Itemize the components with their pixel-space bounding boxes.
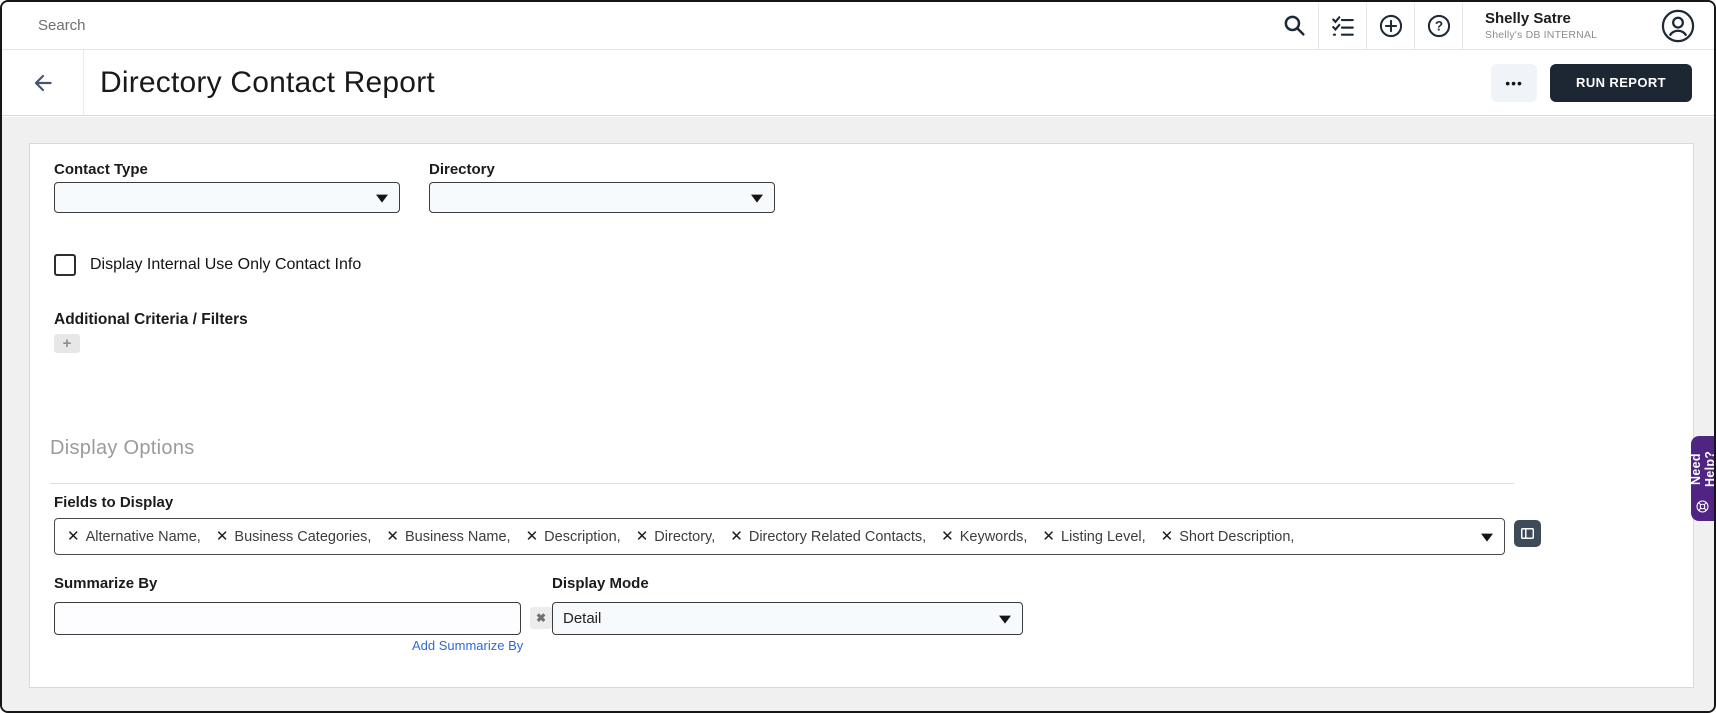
field-chip: ✕ Listing Level, [1042, 529, 1145, 545]
field-chip-label: Description, [544, 528, 621, 545]
main-area: Contact Type Directory Display Internal … [2, 117, 1714, 711]
report-criteria-card: Contact Type Directory Display Internal … [29, 143, 1694, 688]
remove-chip-icon[interactable]: ✕ [1042, 529, 1055, 544]
field-chip-label: Directory Related Contacts, [748, 528, 927, 545]
lifebuoy-icon [1695, 499, 1710, 517]
display-mode-dropdown[interactable]: Detail [552, 602, 1023, 635]
display-mode-label: Display Mode [552, 575, 649, 592]
field-chip: ✕ Directory Related Contacts, [730, 529, 926, 545]
chevron-down-icon [376, 194, 388, 203]
more-options-button[interactable]: ••• [1491, 63, 1538, 102]
chevron-down-icon [751, 194, 763, 203]
add-filter-button[interactable]: + [54, 334, 80, 353]
display-options-heading: Display Options [50, 437, 195, 459]
field-chip-label: Listing Level, [1061, 528, 1146, 545]
field-chip: ✕ Keywords, [941, 529, 1027, 545]
section-divider [50, 483, 1514, 484]
field-chip-label: Keywords, [959, 528, 1028, 545]
header-actions: ••• RUN REPORT [1491, 63, 1692, 102]
field-chip-label: Short Description, [1179, 528, 1295, 545]
contact-type-label: Contact Type [54, 161, 148, 178]
field-chip: ✕ Description, [526, 529, 621, 545]
add-circle-icon[interactable] [1366, 2, 1414, 49]
display-mode-value: Detail [563, 610, 602, 627]
remove-chip-icon[interactable]: ✕ [216, 529, 229, 544]
field-chip-label: Business Name, [405, 528, 511, 545]
fields-to-display-box[interactable]: ✕ Alternative Name, ✕ Business Categories, ✕… [54, 518, 1505, 555]
avatar[interactable] [1642, 2, 1714, 49]
additional-criteria-label: Additional Criteria / Filters [54, 311, 248, 328]
summarize-by-label: Summarize By [54, 575, 158, 592]
fields-chip-list: ✕ Alternative Name, ✕ Business Categories, ✕… [67, 529, 1309, 545]
need-help-tab[interactable]: Need Help? [1688, 436, 1716, 521]
search-icon[interactable] [1270, 2, 1318, 49]
internal-info-label: Display Internal Use Only Contact Info [90, 256, 362, 273]
field-chip: ✕ Alternative Name, [67, 529, 201, 545]
user-name: Shelly Satre [1485, 10, 1571, 28]
remove-chip-icon[interactable]: ✕ [526, 529, 539, 544]
top-bar-actions: ? Shelly Satre Shelly's DB INTERNAL [1270, 2, 1714, 49]
chevron-down-icon [1481, 533, 1493, 542]
remove-chip-icon[interactable]: ✕ [730, 529, 743, 544]
remove-chip-icon[interactable]: ✕ [67, 529, 80, 544]
field-chip-label: Business Categories, [234, 528, 372, 545]
field-chip: ✕ Business Categories, [216, 529, 372, 545]
contact-type-dropdown[interactable] [54, 182, 400, 213]
chevron-down-icon [999, 615, 1011, 624]
field-chip: ✕ Directory, [636, 529, 716, 545]
run-report-button[interactable]: RUN REPORT [1550, 63, 1692, 102]
task-list-icon[interactable] [1318, 2, 1366, 49]
field-chip-label: Directory, [654, 528, 716, 545]
user-org: Shelly's DB INTERNAL [1485, 28, 1598, 41]
field-chip: ✕ Short Description, [1161, 529, 1295, 545]
column-layout-icon[interactable] [1514, 520, 1541, 547]
svg-text:?: ? [1434, 18, 1442, 33]
page-header: Directory Contact Report ••• RUN REPORT [2, 50, 1714, 116]
internal-info-checkbox[interactable] [54, 254, 76, 276]
directory-dropdown[interactable] [429, 182, 775, 213]
summarize-by-input[interactable] [54, 602, 521, 635]
need-help-label: Need Help? [1688, 450, 1716, 488]
search-input[interactable] [38, 17, 1270, 34]
user-menu[interactable]: Shelly Satre Shelly's DB INTERNAL [1462, 2, 1642, 49]
add-summarize-by-link[interactable]: Add Summarize By [412, 638, 523, 653]
back-button[interactable] [2, 50, 84, 115]
field-chip-label: Alternative Name, [85, 528, 201, 545]
top-bar: ? Shelly Satre Shelly's DB INTERNAL [2, 2, 1714, 50]
remove-chip-icon[interactable]: ✕ [386, 529, 399, 544]
internal-info-row: Display Internal Use Only Contact Info [54, 254, 361, 276]
page-title: Directory Contact Report [100, 65, 435, 99]
fields-to-display-label: Fields to Display [54, 494, 174, 511]
help-circle-icon[interactable]: ? [1414, 2, 1462, 49]
app-window: ? Shelly Satre Shelly's DB INTERNAL D [0, 0, 1716, 713]
remove-chip-icon[interactable]: ✕ [1161, 529, 1174, 544]
field-chip: ✕ Business Name, [386, 529, 510, 545]
remove-chip-icon[interactable]: ✕ [941, 529, 954, 544]
clear-summarize-icon[interactable]: ✖ [530, 607, 552, 629]
remove-chip-icon[interactable]: ✕ [636, 529, 649, 544]
directory-label: Directory [429, 161, 495, 178]
